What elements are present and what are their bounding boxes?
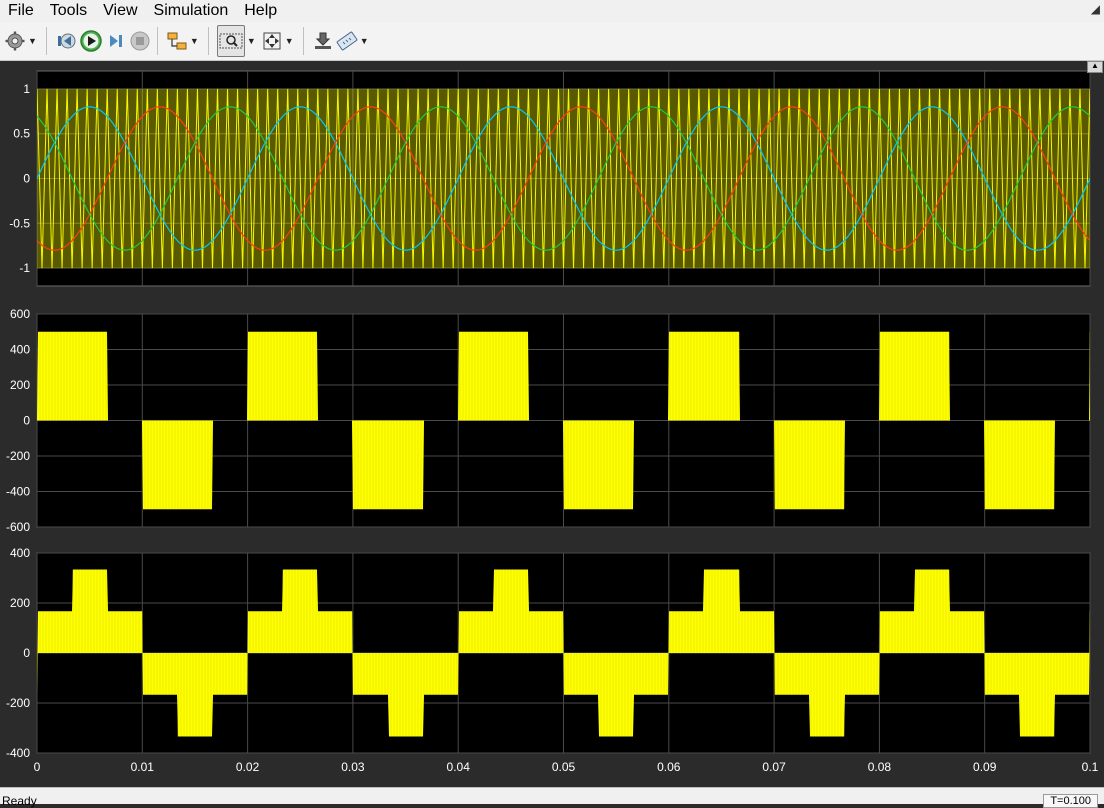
y-tick-label: 400 xyxy=(10,546,30,560)
x-tick-label: 0.03 xyxy=(341,760,365,774)
chevron-down-icon[interactable]: ▼ xyxy=(190,36,199,46)
chevron-down-icon[interactable]: ▼ xyxy=(285,36,294,46)
x-tick-label: 0.08 xyxy=(868,760,892,774)
y-tick-label: 0.5 xyxy=(13,127,30,141)
chevron-down-icon[interactable]: ▼ xyxy=(247,36,256,46)
y-tick-label: 200 xyxy=(10,596,30,610)
x-tick-label: 0.06 xyxy=(657,760,681,774)
undock-icon[interactable]: ▲ xyxy=(1087,61,1103,73)
menu-tools[interactable]: Tools xyxy=(42,0,95,22)
x-tick-label: 0 xyxy=(34,760,41,774)
x-tick-label: 0.05 xyxy=(552,760,576,774)
scope-axes-2: 600 400 200 0 -200 -400 -600 xyxy=(6,307,1091,534)
y-tick-label: 0 xyxy=(23,172,30,186)
y-tick-label: 200 xyxy=(10,378,30,392)
scope-axes-1: 1 0.5 0 -0.5 -1 xyxy=(9,70,1091,287)
cursor-measurement-button[interactable] xyxy=(312,26,334,56)
y-tick-label: 0 xyxy=(23,414,30,428)
zoom-icon xyxy=(219,33,243,49)
stop-button[interactable] xyxy=(129,26,151,56)
fit-to-view-icon xyxy=(263,32,281,50)
y-tick-label: -200 xyxy=(6,449,30,463)
status-text: Ready xyxy=(2,794,37,808)
y-tick-label: -200 xyxy=(6,696,30,710)
x-tick-label: 0.07 xyxy=(762,760,786,774)
y-tick-label: -1 xyxy=(19,261,30,275)
settings-icon xyxy=(5,31,25,51)
menu-collapse-icon[interactable]: ◢ xyxy=(1091,2,1100,16)
x-tick-label: 0.02 xyxy=(236,760,260,774)
triggers-icon xyxy=(336,31,358,51)
scope-axes-3: 400 200 0 -200 -400 xyxy=(6,546,1091,760)
menu-help[interactable]: Help xyxy=(236,0,285,22)
x-tick-label: 0.01 xyxy=(131,760,155,774)
stop-icon xyxy=(130,31,150,51)
menu-file[interactable]: File xyxy=(0,0,42,22)
y-tick-label: -400 xyxy=(6,485,30,499)
y-tick-label: 0 xyxy=(23,646,30,660)
scope-display: ▲ 1 0.5 0 -0.5 -1 600 400 200 0 -200 -400 -600 400 20… xyxy=(0,61,1104,787)
cursor-measurement-icon xyxy=(314,32,331,49)
run-button[interactable] xyxy=(79,26,103,56)
highlight-block-icon xyxy=(167,32,187,50)
toolbar-separator xyxy=(207,27,209,55)
scope-plots: 1 0.5 0 -0.5 -1 600 400 200 0 -200 -400 -600 400 200 0… xyxy=(6,70,1099,774)
status-bar: Ready T=0.100 xyxy=(0,787,1104,808)
x-tick-label: 0.1 xyxy=(1082,760,1099,774)
menu-bar: File Tools View Simulation Help ◢ xyxy=(0,0,1104,22)
y-tick-label: -0.5 xyxy=(9,216,30,230)
y-tick-label: -600 xyxy=(6,520,30,534)
y-tick-label: 1 xyxy=(23,82,30,96)
chevron-down-icon[interactable]: ▼ xyxy=(28,36,37,46)
step-back-button[interactable] xyxy=(55,26,77,56)
y-tick-label: 600 xyxy=(10,307,30,321)
step-forward-button[interactable] xyxy=(105,26,127,56)
toolbar-separator xyxy=(45,27,47,55)
trace-group xyxy=(37,88,1090,269)
y-tick-label: -400 xyxy=(6,746,30,760)
highlight-block-button[interactable]: ▼ xyxy=(166,26,202,56)
menu-view[interactable]: View xyxy=(95,0,145,22)
step-forward-icon xyxy=(109,35,122,47)
zoom-button[interactable] xyxy=(216,25,245,57)
triggers-button[interactable]: ▼ xyxy=(336,26,372,56)
chevron-down-icon[interactable]: ▼ xyxy=(360,36,369,46)
menu-simulation[interactable]: Simulation xyxy=(146,0,237,22)
simulation-time: T=0.100 xyxy=(1043,794,1098,808)
step-back-icon xyxy=(57,33,76,49)
fit-to-view-button[interactable]: ▼ xyxy=(261,26,297,56)
toolbar-separator xyxy=(156,27,158,55)
run-icon xyxy=(80,30,102,52)
y-tick-label: 400 xyxy=(10,343,30,357)
settings-button[interactable]: ▼ xyxy=(4,26,40,56)
toolbar-separator xyxy=(302,27,304,55)
toolbar: ▼ ▼ ▼ ▼ ▼ xyxy=(0,22,1104,61)
x-tick-label: 0.04 xyxy=(447,760,471,774)
x-tick-label: 0.09 xyxy=(973,760,997,774)
